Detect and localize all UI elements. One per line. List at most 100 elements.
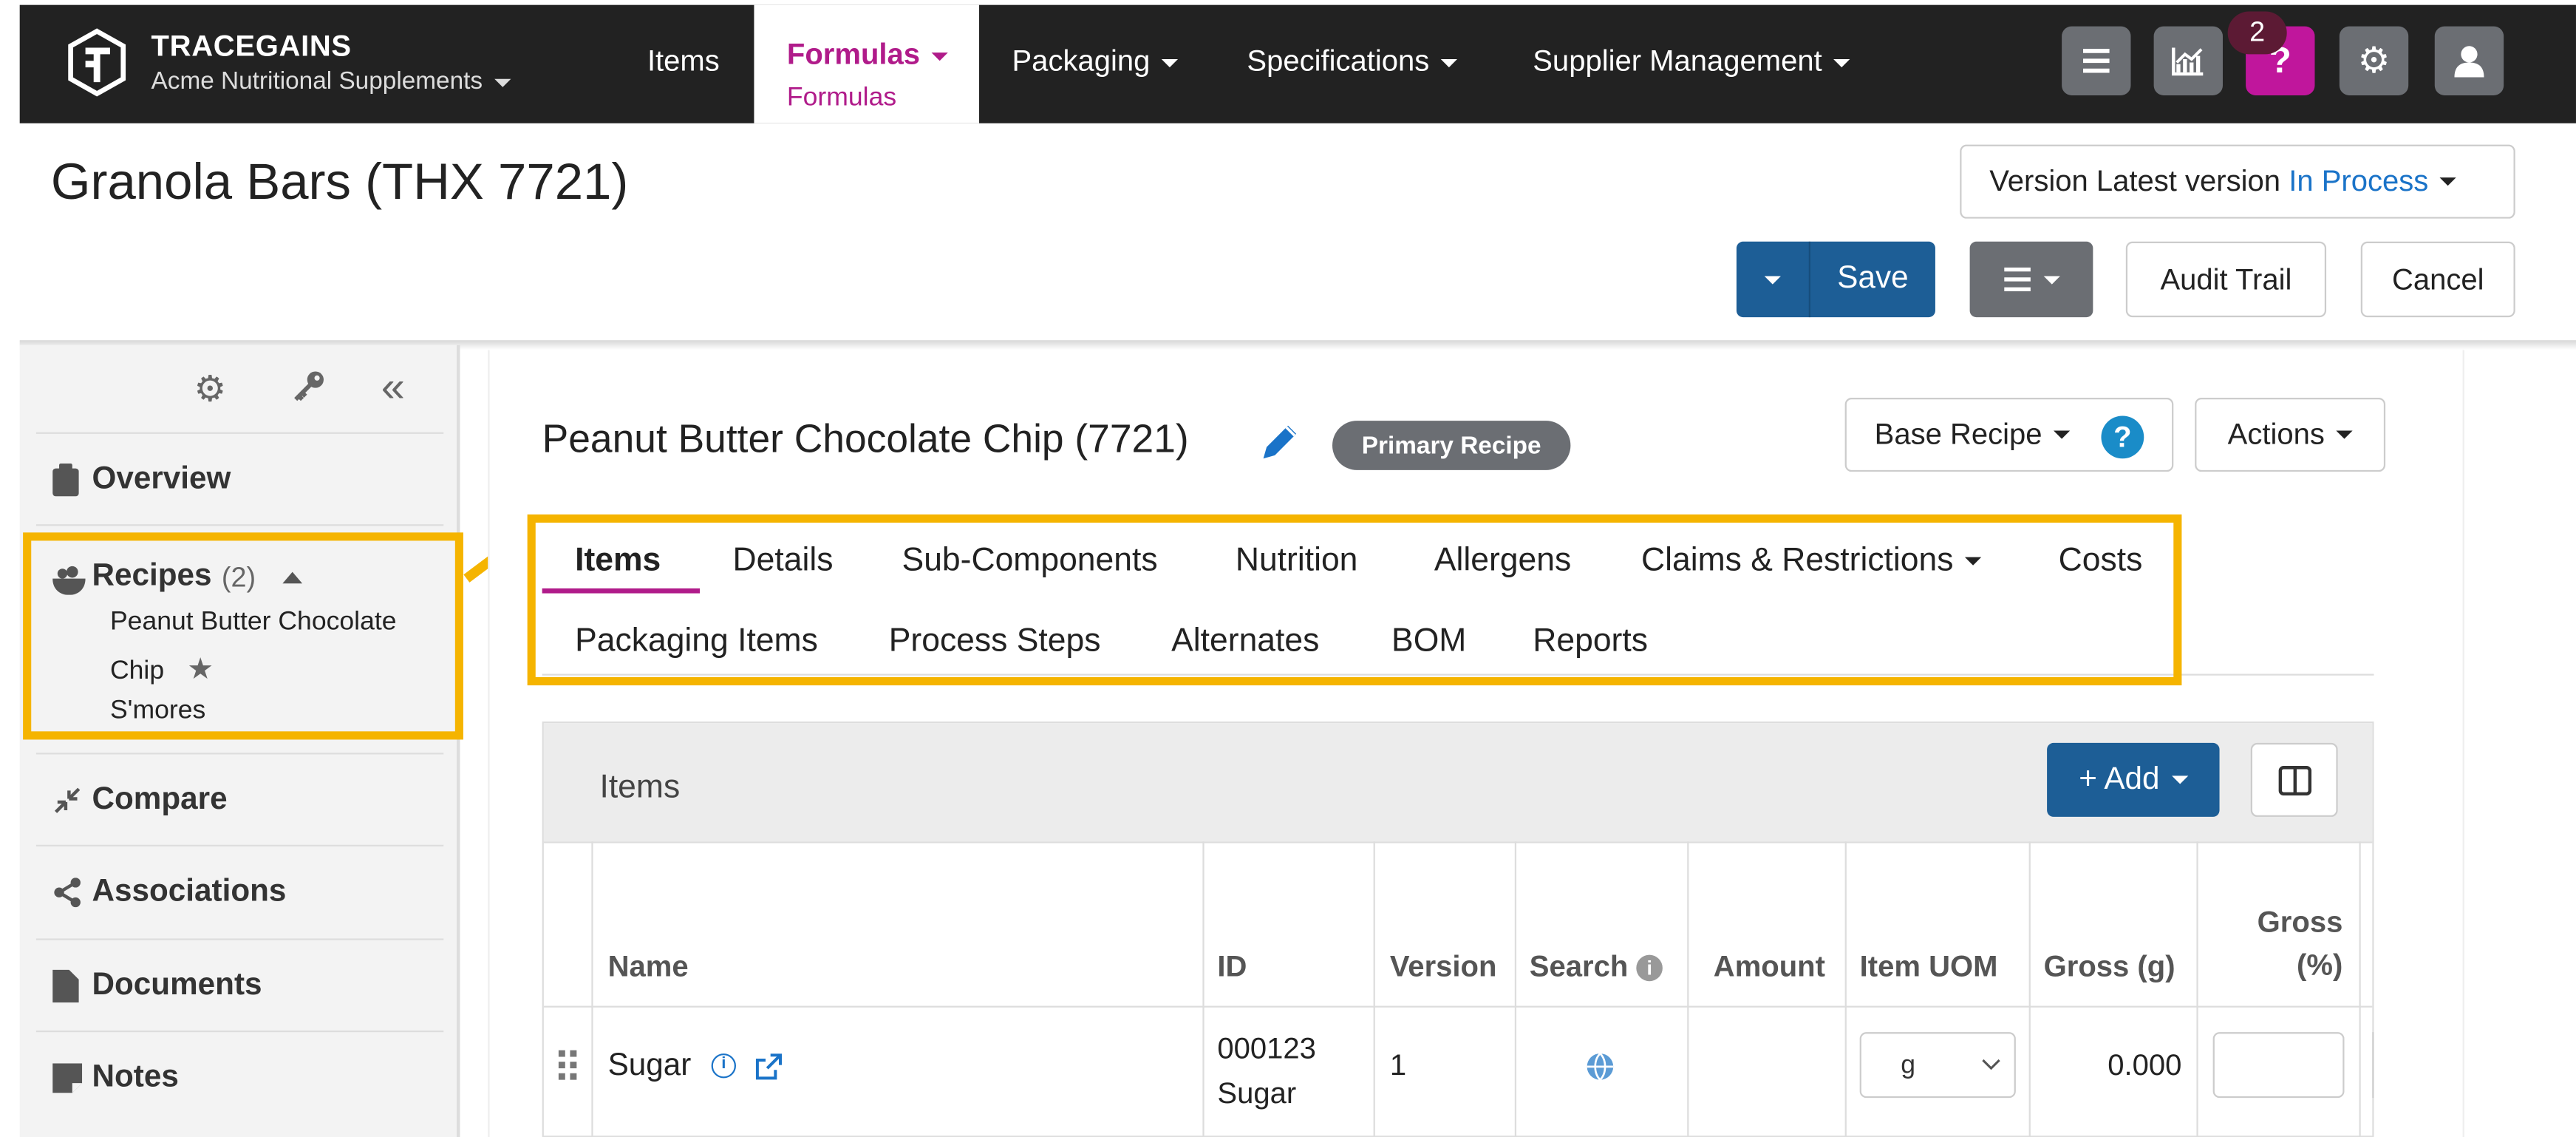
row-overflow-edge [2372,1032,2374,1099]
org-switcher[interactable]: Acme Nutritional Supplements [151,67,511,95]
globe-icon[interactable] [1585,1052,1615,1082]
sidebar-item-compare[interactable]: Compare [35,753,444,844]
column-divider [591,841,593,1137]
app-screen: TRACEGAINS Acme Nutritional Supplements … [0,0,2576,1137]
info-icon[interactable]: i [711,1053,736,1079]
column-header-search-label: Search [1529,950,1629,983]
edit-pencil-icon[interactable] [1258,421,1301,464]
external-link-icon[interactable] [755,1053,783,1080]
menu-icon [2004,267,2031,291]
column-header-name[interactable]: Name [608,950,689,985]
user-button[interactable] [2434,26,2504,95]
tabs-highlight-box [527,514,2182,686]
sidebar-item-documents[interactable]: Documents [35,938,444,1030]
row-name: Sugar [607,1048,692,1084]
row-gross-g: 0.000 [2108,1048,2182,1082]
nav-packaging[interactable]: Packaging [1012,5,1179,123]
column-header-id[interactable]: ID [1217,950,1247,985]
chevron-down-icon [1440,58,1458,67]
table-header-border [543,1005,2373,1008]
sidebar-item-associations[interactable]: Associations [35,844,444,937]
column-divider [1687,841,1689,1137]
nav-items[interactable]: Items [647,5,720,123]
columns-icon [2277,764,2311,795]
column-divider [1514,841,1517,1137]
items-panel-title: Items [599,769,681,806]
gross-pct-line2: (%) [2297,948,2343,982]
sidebar-item-label: Associations [92,873,287,909]
column-header-search[interactable]: Search i [1530,950,1663,985]
column-divider [1844,841,1847,1137]
analytics-button[interactable] [2153,26,2223,95]
columns-toggle-button[interactable] [2250,742,2338,817]
nav-supplier-management[interactable]: Supplier Management [1533,5,1850,123]
column-header-gross-g[interactable]: Gross (g) [2044,950,2175,985]
sidebar-item-label: Compare [92,781,228,816]
nav-formulas-sublabel: Formulas [786,84,897,112]
base-recipe-dropdown[interactable]: Base Recipe ? [1844,398,2174,472]
help-icon[interactable]: ? [2101,415,2144,459]
settings-button[interactable]: ⚙ [2339,26,2409,95]
menu-button[interactable] [2062,26,2131,95]
nav-packaging-label: Packaging [1012,44,1151,78]
column-divider [1373,841,1375,1137]
sidebar-item-label: Overview [92,461,231,496]
actions-dropdown[interactable]: Actions [2195,398,2386,472]
row-version: 1 [1389,1048,1407,1082]
cancel-button[interactable]: Cancel [2360,241,2515,318]
row-uom-select[interactable]: g [1859,1032,2016,1099]
save-button-group: Save [1736,241,1935,318]
actions-label: Actions [2227,417,2325,451]
column-header-amount[interactable]: Amount [1714,950,1825,985]
chevron-down-icon [2043,275,2060,284]
version-prefix: Version Latest version [1989,164,2281,197]
save-button[interactable]: Save [1810,242,1935,317]
chevron-down-icon [2439,177,2457,186]
more-menu-button[interactable] [1969,241,2093,318]
chevron-down-icon [1161,58,1179,67]
nav-formulas-label: Formulas [786,38,921,71]
gear-icon[interactable]: ⚙ [194,368,226,411]
clipboard-icon [36,462,92,496]
column-header-gross-pct[interactable]: Gross (%) [2258,906,2343,982]
collapse-sidebar-icon[interactable]: « [381,362,405,413]
drag-handle-icon[interactable] [557,1048,580,1085]
audit-trail-button[interactable]: Audit Trail [2125,241,2327,318]
menu-icon [2083,49,2110,73]
chevron-down-icon [2171,775,2188,784]
column-divider [2196,841,2198,1137]
notification-badge: 2 [2227,11,2287,55]
row-uom-value: g [1901,1051,1916,1080]
document-icon [36,968,92,1002]
tracegains-logo-icon[interactable] [66,28,128,105]
version-dropdown[interactable]: Version Latest version In Process [1960,144,2515,219]
sidebar-item-overview[interactable]: Overview [35,432,444,524]
note-icon [36,1062,92,1093]
nav-formulas-label-row: Formulas [787,38,948,72]
save-options-toggle[interactable] [1737,241,1810,318]
chevron-down-icon [1764,275,1781,284]
sidebar-item-notes[interactable]: Notes [35,1030,444,1122]
row-id-name: Sugar [1217,1076,1297,1110]
row-gross-pct-input[interactable] [2212,1032,2345,1099]
nav-supplier-label: Supplier Management [1533,44,1822,78]
nav-formulas[interactable]: Formulas Formulas [754,4,980,123]
analytics-icon [2172,47,2204,76]
base-recipe-label: Base Recipe [1874,417,2042,451]
column-header-version[interactable]: Version [1390,950,1497,985]
key-icon[interactable] [291,368,327,413]
share-icon [36,877,92,907]
info-icon[interactable]: i [1636,954,1663,982]
add-item-button[interactable]: + Add [2047,742,2220,817]
row-id-code: 000123 [1217,1032,1316,1065]
chevron-down-icon [494,78,511,86]
sidebar-item-label: Documents [92,967,262,1002]
column-divider [1202,841,1204,1137]
chevron-down-icon [2336,430,2353,439]
gear-icon: ⚙ [2357,39,2391,81]
compress-icon [36,785,92,815]
column-header-item-uom[interactable]: Item UOM [1860,950,1998,985]
help-button[interactable]: ? 2 [2227,11,2315,95]
nav-specifications[interactable]: Specifications [1247,5,1458,123]
row-id: 000123 Sugar [1217,1028,1316,1116]
